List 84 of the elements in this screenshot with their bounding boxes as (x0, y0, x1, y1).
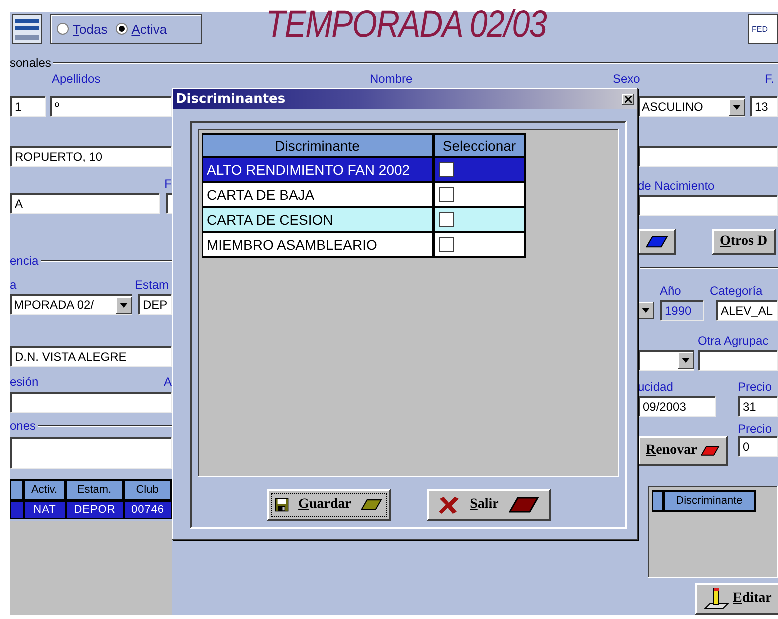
column-header[interactable]: Discriminante (202, 133, 434, 158)
field-label: Precio (738, 380, 772, 394)
other-group-field[interactable] (698, 350, 778, 371)
age-category-field[interactable]: ALEV_AL (716, 300, 778, 321)
field-label: ucidad (638, 380, 674, 394)
corner-header (652, 490, 664, 512)
field-label: F (164, 177, 172, 191)
parallelogram-icon (508, 497, 539, 513)
caret-icon (733, 104, 741, 110)
field-label: Estam (135, 278, 170, 292)
parallelogram-icon (646, 234, 668, 250)
surname-field[interactable]: º (50, 96, 172, 117)
birthplace-field[interactable] (638, 195, 778, 216)
table-cell[interactable]: MIEMBRO ASAMBLEARIO (202, 233, 434, 258)
field-label: F. (765, 72, 774, 86)
section-legend: encia (10, 254, 39, 268)
column-header[interactable]: Activ. (24, 479, 66, 501)
renew-button[interactable]: Renovar (638, 436, 728, 466)
field-label: de Nacimiento (638, 179, 715, 194)
expiry-field[interactable]: 09/2003 (638, 396, 716, 418)
exit-button[interactable]: Salir (426, 489, 550, 521)
group-dropdown[interactable] (638, 350, 694, 371)
price-field[interactable]: 31 (738, 396, 778, 418)
other-data-button[interactable]: Otros D (712, 229, 776, 256)
field-label: Año (660, 284, 682, 298)
field-label: a (10, 278, 18, 292)
field-label: Sexo (613, 72, 642, 86)
table-cell[interactable]: CARTA DE CESION (202, 208, 434, 233)
year-field: 1990 (660, 300, 704, 321)
save-button[interactable]: Guardar (266, 489, 390, 521)
table-cell[interactable]: NAT (24, 501, 66, 519)
table-cell[interactable]: 00746 (124, 501, 172, 519)
radio-button[interactable] (116, 23, 128, 35)
column-header[interactable]: Discriminante (664, 490, 756, 512)
field-label: Nombre (370, 72, 414, 86)
text-field[interactable] (638, 146, 778, 167)
checkbox[interactable] (439, 162, 454, 177)
checkbox[interactable] (439, 187, 454, 202)
logo-drawing (12, 14, 42, 44)
sex-dropdown[interactable]: ASCULINO (638, 96, 745, 117)
caret-icon (120, 302, 128, 308)
corner-header (10, 479, 24, 501)
table-cell[interactable]: CARTA DE BAJA (202, 183, 434, 208)
section-legend: sonales (10, 56, 52, 70)
checkbox[interactable] (439, 237, 454, 252)
field-label: A (164, 375, 172, 389)
club-field[interactable]: D.N. VISTA ALEGRE (10, 346, 172, 367)
radio-button[interactable] (57, 23, 69, 35)
address-field[interactable]: ROPUERTO, 10 (10, 146, 172, 167)
close-icon (438, 496, 460, 514)
date-field[interactable] (10, 392, 172, 413)
field-label: Precio (738, 422, 772, 436)
section-legend: ones (10, 419, 36, 433)
table-cell[interactable]: DEPOR (66, 501, 124, 519)
field-label: Categoría (710, 284, 763, 298)
dropdown-button[interactable] (638, 302, 654, 319)
notes-field[interactable] (10, 437, 172, 469)
column-header[interactable]: Estam. (66, 479, 124, 501)
close-button[interactable] (622, 94, 634, 104)
column-header[interactable]: Club (124, 479, 172, 501)
caret-icon (642, 308, 650, 313)
parallelogram-icon (361, 497, 382, 513)
field-label: esión (10, 375, 39, 389)
close-icon (624, 96, 632, 102)
season-title: TEMPORADA 02/03 (266, 8, 546, 42)
season-dropdown[interactable]: MPORADA 02/ (10, 294, 132, 315)
birth-date-field[interactable]: 13 (750, 96, 778, 117)
edit-button[interactable]: Editar (695, 582, 778, 615)
table-cell[interactable]: ALTO RENDIMIENTO FAN 2002 (202, 158, 434, 183)
slash-button[interactable] (638, 229, 676, 256)
field-label: Otra Agrupac (698, 334, 769, 348)
number-field[interactable]: 1 (10, 96, 46, 117)
caret-icon (682, 358, 690, 364)
checkbox[interactable] (439, 212, 454, 227)
town-field[interactable]: A (10, 193, 160, 214)
dialog-title: Discriminantes (176, 92, 286, 106)
field-label: Apellidos (52, 72, 102, 86)
federation-logo: FED (748, 14, 778, 44)
radio-label[interactable]: Activa (132, 22, 168, 36)
column-header[interactable]: Seleccionar (434, 133, 526, 158)
category-field[interactable]: DEP (138, 294, 172, 315)
price-field[interactable]: 0 (738, 436, 778, 458)
pencil-icon (703, 586, 729, 611)
radio-label[interactable]: Todas (73, 22, 108, 36)
